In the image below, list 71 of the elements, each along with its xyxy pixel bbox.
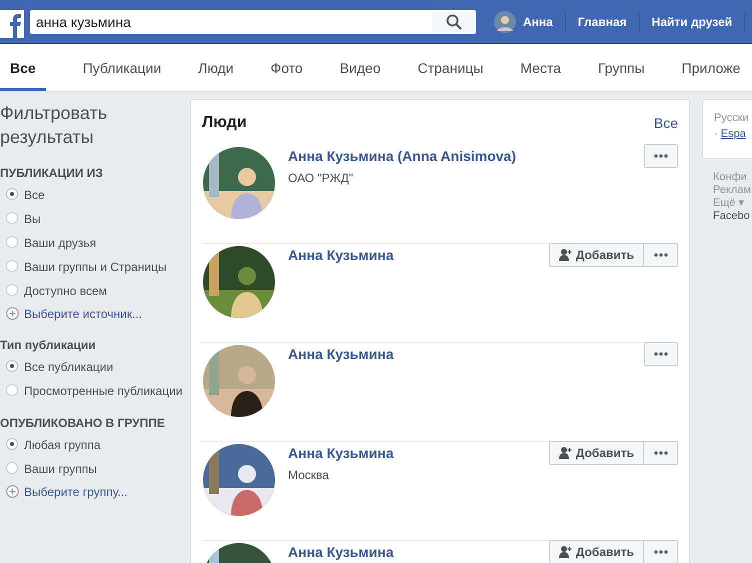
language-name: Русски — [714, 112, 750, 124]
tab[interactable]: Видео — [340, 44, 381, 91]
filter-option[interactable]: Вы — [24, 211, 41, 227]
choose-link[interactable]: Выберите источник... — [24, 307, 142, 321]
nav-link[interactable]: Найти друзей — [640, 14, 744, 28]
person-name[interactable]: Анна Кузьмина — [288, 544, 549, 560]
add-friend-button[interactable]: Добавить — [548, 540, 644, 563]
person-name[interactable]: Анна Кузьмина (Anna Anisimova) — [288, 148, 644, 164]
tab[interactable]: Страницы — [418, 44, 484, 91]
person-name[interactable]: Анна Кузьмина — [288, 346, 644, 362]
filter-heading: ПУБЛИКАЦИИ ИЗ — [0, 166, 104, 180]
tab[interactable]: Люди — [198, 44, 234, 91]
filter-option[interactable]: Ваши группы и Страницы — [24, 259, 167, 275]
add-person-icon — [558, 249, 572, 261]
radio-button[interactable] — [6, 438, 18, 450]
more-button[interactable] — [644, 342, 678, 366]
filter-title: Фильтровать результаты — [0, 102, 108, 149]
radio-button[interactable] — [6, 284, 18, 296]
add-friend-button[interactable]: Добавить — [548, 441, 644, 465]
more-icon — [654, 451, 668, 455]
radio-button[interactable] — [6, 360, 18, 372]
tab[interactable]: Группы — [598, 44, 645, 91]
plus-icon — [6, 307, 19, 320]
language-link[interactable]: Espa — [720, 128, 746, 140]
add-friend-button[interactable]: Добавить — [548, 243, 644, 267]
radio-button[interactable] — [6, 212, 18, 224]
footer-link[interactable]: Facebo — [713, 210, 752, 223]
filter-heading: ОПУБЛИКОВАНО В ГРУППЕ — [0, 416, 166, 430]
more-button[interactable] — [644, 144, 678, 168]
filter-option[interactable]: Ваши группы — [24, 461, 97, 477]
search-icon — [446, 14, 462, 30]
person-name[interactable]: Анна Кузьмина — [288, 445, 549, 461]
filter-option[interactable]: Все публикации — [24, 359, 114, 375]
filter-option[interactable]: Все — [24, 187, 45, 203]
more-button[interactable] — [644, 243, 678, 267]
see-all-link[interactable]: Все — [654, 114, 678, 130]
facebook-logo-icon[interactable] — [0, 10, 24, 38]
radio-button[interactable] — [6, 188, 18, 200]
person-subtitle: Москва — [288, 468, 330, 482]
add-person-icon — [558, 546, 572, 558]
tab[interactable]: Все — [0, 44, 46, 91]
separator-dot: · — [714, 128, 718, 140]
search-field[interactable]: анна кузьмина — [30, 10, 432, 34]
more-button[interactable] — [644, 540, 678, 563]
filter-heading: Тип публикации — [0, 338, 97, 352]
tab[interactable]: Места — [520, 44, 562, 91]
radio-button[interactable] — [6, 384, 18, 396]
tab[interactable]: Публикации — [82, 44, 162, 91]
filter-option[interactable]: Ваши друзья — [24, 235, 96, 251]
filter-option[interactable]: Просмотренные публикации — [24, 383, 183, 399]
section-title: Люди — [202, 114, 247, 132]
profile-link[interactable]: Анна — [523, 14, 553, 28]
more-icon — [654, 550, 668, 554]
plus-icon — [6, 485, 19, 498]
filter-option[interactable]: Доступно всем — [24, 283, 107, 299]
filter-option[interactable]: Любая группа — [24, 437, 101, 453]
person-subtitle: ОАО "РЖД" — [288, 171, 354, 185]
more-icon — [654, 253, 668, 257]
more-icon — [654, 154, 668, 158]
choose-link[interactable]: Выберите группу... — [24, 485, 128, 499]
radio-button[interactable] — [6, 236, 18, 248]
radio-button[interactable] — [6, 462, 18, 474]
person-name[interactable]: Анна Кузьмина — [288, 247, 549, 263]
more-icon — [654, 352, 668, 356]
search-button[interactable] — [432, 10, 476, 34]
radio-button[interactable] — [6, 260, 18, 272]
more-button[interactable] — [644, 441, 678, 465]
nav-link[interactable]: Главная — [566, 14, 639, 28]
tab[interactable]: Приложе — [682, 44, 740, 91]
tab[interactable]: Фото — [270, 44, 303, 91]
add-person-icon — [558, 447, 572, 459]
